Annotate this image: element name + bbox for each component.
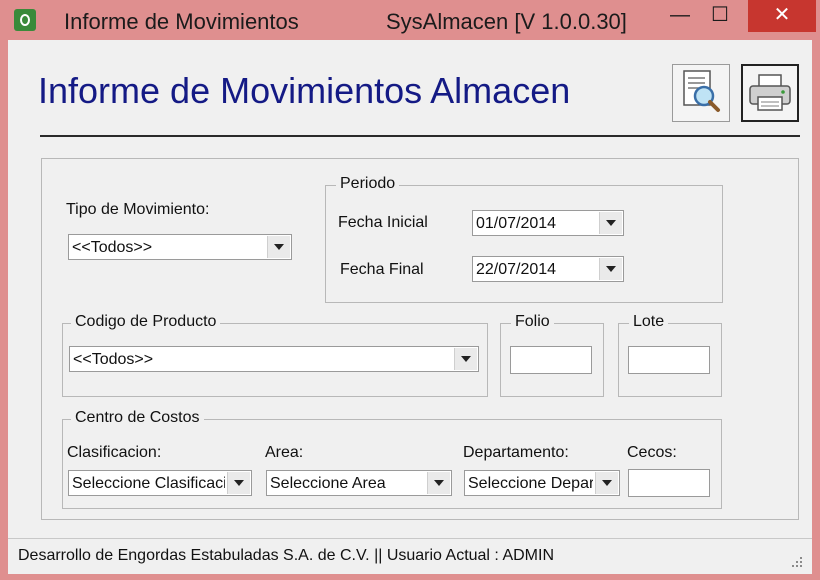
- lote-legend: Lote: [629, 313, 669, 331]
- chevron-down-icon[interactable]: [267, 236, 290, 258]
- tipo-movimiento-select[interactable]: <<Todos>>: [68, 234, 292, 260]
- status-text: Desarrollo de Engordas Estabuladas S.A. …: [18, 547, 554, 564]
- fecha-final-value: 22/07/2014: [476, 261, 557, 278]
- codigo-producto-legend: Codigo de Producto: [71, 313, 221, 331]
- tipo-movimiento-value: <<Todos>>: [72, 239, 153, 256]
- fecha-final-label: Fecha Final: [340, 261, 424, 278]
- app-logo-icon[interactable]: [14, 9, 36, 31]
- codigo-producto-select[interactable]: <<Todos>>: [69, 346, 479, 372]
- chevron-down-icon[interactable]: [599, 258, 622, 280]
- lote-group: Lote: [618, 313, 722, 397]
- preview-report-button[interactable]: [672, 64, 730, 122]
- header-divider: [40, 135, 800, 137]
- fecha-final-picker[interactable]: 22/07/2014: [472, 256, 624, 282]
- cecos-label: Cecos:: [627, 444, 677, 461]
- form-client-area: Informe de Movimientos Almacen Tipo de M…: [8, 40, 812, 574]
- departamento-value: Seleccione Departamento: [468, 475, 593, 492]
- chevron-down-icon[interactable]: [595, 472, 618, 494]
- centro-costos-group: Centro de Costos Clasificacion: Seleccio…: [62, 409, 722, 509]
- area-select[interactable]: Seleccione Area: [266, 470, 452, 496]
- maximize-button[interactable]: ☐: [700, 0, 740, 32]
- centro-costos-legend: Centro de Costos: [71, 409, 204, 427]
- chevron-down-icon[interactable]: [227, 472, 250, 494]
- codigo-producto-value: <<Todos>>: [73, 351, 154, 368]
- filters-panel: Tipo de Movimiento: <<Todos>> Periodo Fe…: [41, 158, 799, 520]
- folio-legend: Folio: [511, 313, 554, 331]
- codigo-producto-group: Codigo de Producto <<Todos>>: [62, 313, 488, 397]
- chevron-down-icon[interactable]: [599, 212, 622, 234]
- close-button[interactable]: ✕: [748, 0, 816, 32]
- window-title: Informe de Movimientos: [64, 9, 299, 34]
- print-button[interactable]: [741, 64, 799, 122]
- clasificacion-value: Seleccione Clasificacion: [72, 475, 225, 492]
- periodo-group: Periodo Fecha Inicial 01/07/2014 Fecha F…: [325, 175, 723, 303]
- lote-input[interactable]: [628, 346, 710, 374]
- clasificacion-label: Clasificacion:: [67, 444, 162, 461]
- printer-icon: [749, 74, 791, 111]
- minimize-button[interactable]: —: [660, 0, 700, 32]
- report-preview-icon: [683, 70, 720, 112]
- window-version: SysAlmacen [V 1.0.0.30]: [386, 9, 627, 34]
- fecha-inicial-picker[interactable]: 01/07/2014: [472, 210, 624, 236]
- departamento-select[interactable]: Seleccione Departamento: [464, 470, 620, 496]
- chevron-down-icon[interactable]: [427, 472, 450, 494]
- area-label: Area:: [265, 444, 304, 461]
- fecha-inicial-label: Fecha Inicial: [338, 214, 428, 231]
- folio-group: Folio: [500, 313, 604, 397]
- title-bar[interactable]: Informe de Movimientos SysAlmacen [V 1.0…: [0, 0, 820, 40]
- periodo-legend: Periodo: [336, 175, 400, 193]
- departamento-label: Departamento:: [463, 444, 569, 461]
- folio-input[interactable]: [510, 346, 592, 374]
- resize-grip-icon[interactable]: [790, 555, 804, 569]
- tipo-movimiento-label: Tipo de Movimiento:: [66, 201, 210, 218]
- page-title: Informe de Movimientos Almacen: [38, 70, 571, 111]
- clasificacion-select[interactable]: Seleccione Clasificacion: [68, 470, 252, 496]
- area-value: Seleccione Area: [270, 475, 386, 492]
- chevron-down-icon[interactable]: [454, 348, 477, 370]
- fecha-inicial-value: 01/07/2014: [476, 215, 557, 232]
- app-window: Informe de Movimientos SysAlmacen [V 1.0…: [0, 0, 820, 580]
- status-bar: Desarrollo de Engordas Estabuladas S.A. …: [8, 538, 812, 575]
- cecos-input[interactable]: [628, 469, 710, 497]
